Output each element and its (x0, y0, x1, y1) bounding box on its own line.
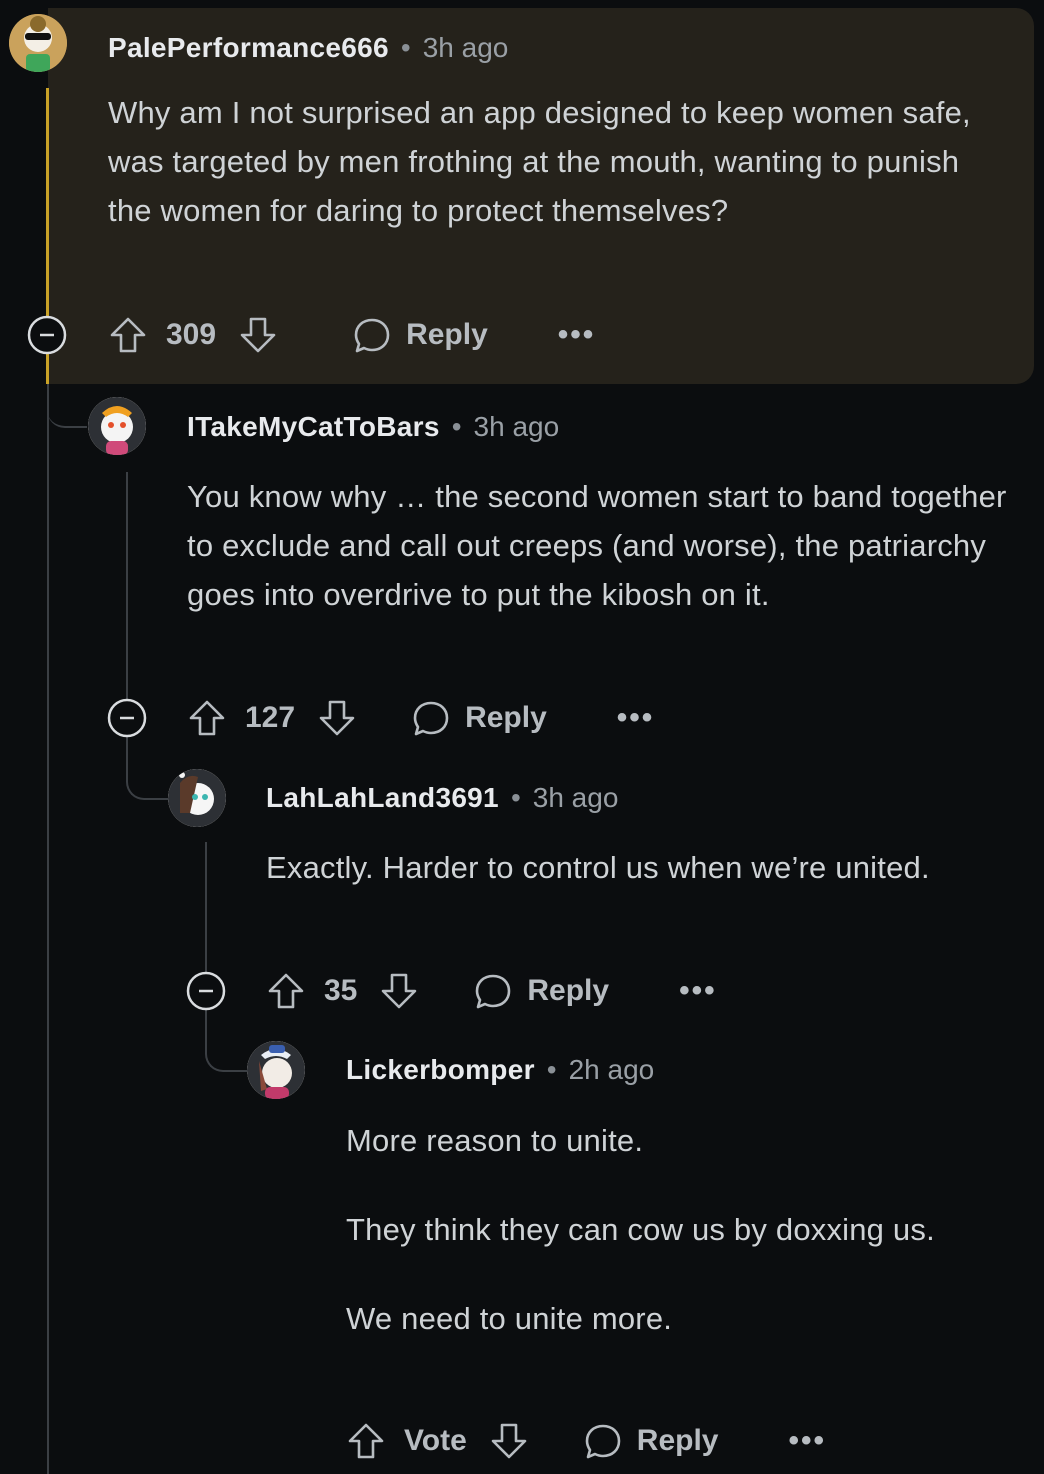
upvote-icon[interactable] (266, 971, 306, 1011)
avatar[interactable] (168, 769, 226, 827)
avatar-snoo-icon (168, 769, 226, 827)
downvote-icon[interactable] (379, 971, 419, 1011)
comment-actions: Vote Reply ••• (346, 1417, 826, 1465)
upvote-icon[interactable] (187, 698, 227, 738)
collapse-thread-icon[interactable] (27, 315, 67, 355)
comment-bubble-icon (585, 1424, 621, 1459)
avatar[interactable] (88, 397, 146, 455)
username[interactable]: ITakeMyCatToBars (187, 411, 440, 443)
comment-paragraph: We need to unite more. (346, 1301, 673, 1336)
thread-connector (47, 384, 87, 428)
thread-connector (205, 1010, 247, 1072)
reply-label: Reply (527, 974, 610, 1007)
collapse-thread-icon[interactable] (186, 971, 226, 1011)
vote-score: 309 (166, 318, 217, 351)
timestamp[interactable]: 2h ago (569, 1054, 655, 1086)
comment-meta: Lickerbomper • 2h ago (346, 1050, 654, 1090)
downvote-icon[interactable] (317, 698, 357, 738)
timestamp[interactable]: 3h ago (423, 32, 509, 64)
reply-button[interactable]: Reply (411, 698, 547, 738)
username[interactable]: LahLahLand3691 (266, 782, 499, 814)
meta-separator: • (546, 1054, 557, 1085)
more-options-icon[interactable]: ••• (679, 974, 717, 1008)
comment-paragraph: You know why … the second women start to… (187, 479, 1007, 612)
avatar-snoo-icon (88, 397, 146, 455)
comment-body: More reason to unite. They think they ca… (346, 1116, 1016, 1343)
comment-actions: 127 Reply ••• (187, 694, 654, 742)
comment-body: Why am I not surprised an app designed t… (108, 88, 988, 235)
comment-bubble-icon (413, 701, 449, 736)
reply-button[interactable]: Reply (473, 971, 609, 1011)
comment-meta: LahLahLand3691 • 3h ago (266, 778, 618, 818)
avatar-snoo-icon (247, 1041, 305, 1099)
upvote-icon[interactable] (346, 1421, 386, 1461)
reply-label: Reply (406, 318, 488, 351)
comment-paragraph: Exactly. Harder to control us when we’re… (266, 850, 930, 885)
upvote-icon[interactable] (108, 315, 148, 355)
thread-line-level-1[interactable] (126, 472, 128, 702)
reply-button[interactable]: Reply (583, 1421, 719, 1461)
comment-paragraph: More reason to unite. (346, 1123, 644, 1158)
timestamp[interactable]: 3h ago (474, 411, 560, 443)
vote-label: Vote (404, 1424, 467, 1457)
avatar-sunglasses-icon (9, 14, 67, 72)
comment-paragraph: They think they can cow us by doxxing us… (346, 1212, 935, 1247)
more-options-icon[interactable]: ••• (558, 318, 596, 352)
thread-line-level-2[interactable] (205, 842, 207, 972)
reply-label: Reply (465, 701, 547, 734)
username[interactable]: PalePerformance666 (108, 32, 389, 64)
downvote-icon[interactable] (489, 1421, 529, 1461)
vote-score: 35 (324, 974, 358, 1007)
meta-separator: • (451, 411, 462, 442)
comment-paragraph: Why am I not surprised an app designed t… (108, 95, 971, 228)
avatar[interactable] (9, 14, 67, 72)
avatar[interactable] (247, 1041, 305, 1099)
comment-meta: ITakeMyCatToBars • 3h ago (187, 407, 559, 447)
comment-actions: 35 Reply ••• (266, 967, 717, 1015)
thread-connector (126, 736, 168, 800)
more-options-icon[interactable]: ••• (789, 1424, 827, 1458)
comment-body: Exactly. Harder to control us when we’re… (266, 843, 1006, 892)
meta-separator: • (400, 32, 411, 63)
username[interactable]: Lickerbomper (346, 1054, 535, 1086)
comment-meta: PalePerformance666 • 3h ago (108, 28, 508, 68)
comment-bubble-icon (476, 974, 511, 1009)
downvote-icon[interactable] (238, 315, 278, 355)
meta-separator: • (510, 782, 521, 813)
reply-button[interactable]: Reply (352, 315, 488, 355)
timestamp[interactable]: 3h ago (533, 782, 619, 814)
vote-score: 127 (245, 701, 296, 734)
thread-line-root[interactable] (47, 384, 49, 1474)
more-options-icon[interactable]: ••• (617, 701, 655, 735)
collapse-thread-icon[interactable] (107, 698, 147, 738)
comment-body: You know why … the second women start to… (187, 472, 1022, 619)
comment-bubble-icon (354, 318, 390, 353)
reply-label: Reply (636, 1424, 719, 1457)
comment-actions: 309 Reply ••• (108, 311, 595, 359)
